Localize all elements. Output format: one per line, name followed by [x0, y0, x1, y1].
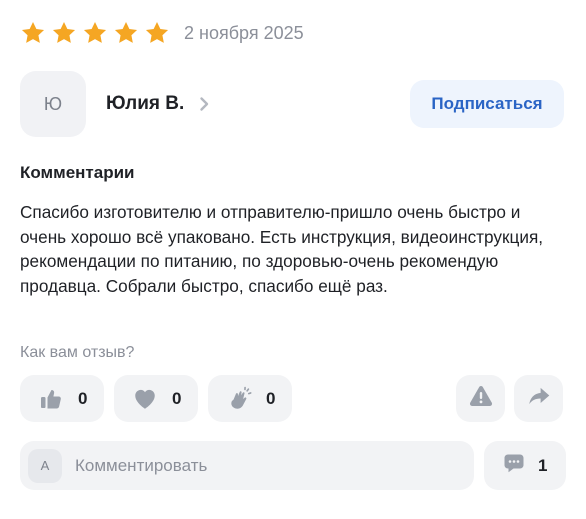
review-text: Спасибо изготовителю и отправителю-пришл…	[20, 202, 544, 296]
thumbs-up-icon	[38, 386, 64, 412]
clapping-hands-icon	[226, 386, 252, 412]
clap-button[interactable]: 0	[208, 375, 292, 422]
star-icon	[144, 20, 170, 46]
review-card: 2 ноября 2025 Ю Юлия В. Подписаться Комм…	[0, 0, 586, 519]
author-avatar[interactable]: Ю	[20, 71, 86, 137]
author-name[interactable]: Юлия В.	[106, 93, 184, 115]
heart-count: 0	[172, 388, 182, 408]
user-avatar: А	[28, 448, 62, 483]
reaction-row: 0 0 0	[20, 375, 292, 422]
comments-count-button[interactable]: 1	[484, 441, 566, 490]
comments-heading: Комментарии	[20, 163, 135, 182]
share-button[interactable]	[514, 375, 563, 422]
warning-icon	[468, 383, 494, 414]
share-arrow-icon	[526, 383, 552, 414]
review-date: 2 ноября 2025	[184, 22, 304, 43]
like-count: 0	[78, 388, 88, 408]
subscribe-button[interactable]: Подписаться	[410, 80, 564, 128]
chat-bubble-icon	[502, 451, 526, 480]
star-rating	[20, 20, 170, 46]
star-icon	[51, 20, 77, 46]
star-icon	[113, 20, 139, 46]
comment-input[interactable]: А Комментировать	[20, 441, 474, 490]
comment-placeholder: Комментировать	[75, 455, 208, 475]
star-icon	[82, 20, 108, 46]
rating-row: 2 ноября 2025	[20, 20, 304, 46]
heart-icon	[132, 386, 158, 412]
comments-count: 1	[538, 455, 548, 475]
author-row: Ю Юлия В. Подписаться	[20, 70, 564, 138]
report-button[interactable]	[456, 375, 505, 422]
heart-button[interactable]: 0	[114, 375, 198, 422]
star-icon	[20, 20, 46, 46]
like-button[interactable]: 0	[20, 375, 104, 422]
clap-count: 0	[266, 388, 276, 408]
chevron-right-icon[interactable]	[196, 96, 212, 112]
feedback-question: Как вам отзыв?	[20, 344, 135, 361]
